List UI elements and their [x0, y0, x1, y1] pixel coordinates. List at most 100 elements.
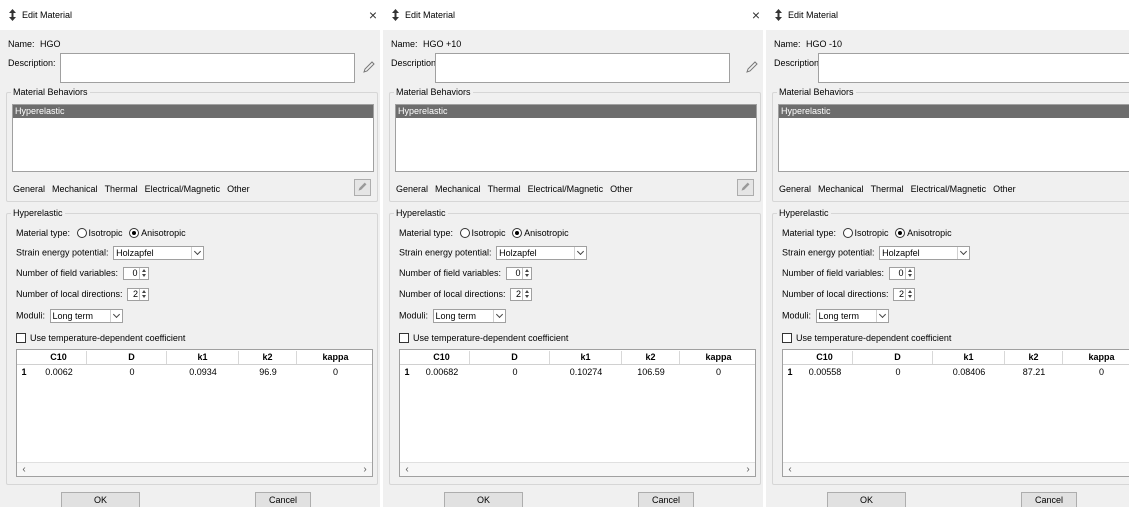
ok-button[interactable]: OK: [827, 492, 906, 507]
moduli-select[interactable]: Long term: [49, 309, 123, 323]
field-variables-stepper[interactable]: 0: [122, 267, 149, 280]
close-icon[interactable]: ×: [745, 6, 767, 24]
stepper-arrows-icon[interactable]: [522, 289, 531, 300]
isotropic-radio[interactable]: [459, 228, 470, 238]
field-variables-stepper[interactable]: 0: [505, 267, 532, 280]
menu-general[interactable]: General: [779, 184, 811, 194]
cancel-button[interactable]: Cancel: [638, 492, 694, 507]
column-header-kappa[interactable]: kappa: [680, 351, 757, 364]
anisotropic-radio[interactable]: [512, 228, 523, 238]
local-directions-stepper[interactable]: 2: [893, 288, 916, 301]
local-directions-stepper[interactable]: 2: [127, 288, 150, 301]
table-cell[interactable]: 0: [297, 366, 374, 379]
stepper-arrows-icon[interactable]: [905, 289, 914, 300]
table-cell[interactable]: 0.0062: [31, 366, 87, 379]
table-cell[interactable]: 106.59: [622, 366, 680, 379]
column-header-d[interactable]: D: [480, 351, 550, 364]
local-directions-stepper[interactable]: 2: [510, 288, 533, 301]
menu-general[interactable]: General: [396, 184, 428, 194]
behaviors-list[interactable]: Hyperelastic: [395, 104, 757, 172]
title-bar[interactable]: Edit Material: [766, 0, 1129, 30]
list-item[interactable]: Hyperelastic: [13, 105, 373, 118]
column-header-k2[interactable]: k2: [1005, 351, 1063, 364]
table-cell[interactable]: 0.0934: [167, 366, 239, 379]
isotropic-radio[interactable]: [842, 228, 853, 238]
edit-behavior-button[interactable]: [354, 179, 371, 196]
menu-electrical-magnetic[interactable]: Electrical/Magnetic: [145, 184, 221, 194]
horizontal-scrollbar[interactable]: ‹ ›: [783, 462, 1129, 476]
menu-mechanical[interactable]: Mechanical: [435, 184, 481, 194]
stepper-arrows-icon[interactable]: [138, 268, 148, 279]
isotropic-radio[interactable]: [76, 228, 87, 238]
scroll-right-icon[interactable]: ›: [741, 463, 755, 476]
table-cell[interactable]: 0.08406: [933, 366, 1005, 379]
pencil-icon[interactable]: [362, 60, 376, 74]
table-cell[interactable]: 0: [1063, 366, 1129, 379]
moduli-select[interactable]: Long term: [815, 309, 889, 323]
column-header-c10[interactable]: C10: [31, 351, 87, 364]
column-header-k1[interactable]: k1: [167, 351, 239, 364]
column-header-k2[interactable]: k2: [239, 351, 297, 364]
column-header-d[interactable]: D: [97, 351, 167, 364]
temp-coeff-checkbox[interactable]: [782, 333, 792, 343]
menu-electrical-magnetic[interactable]: Electrical/Magnetic: [911, 184, 987, 194]
table-cell[interactable]: 87.21: [1005, 366, 1063, 379]
pencil-icon[interactable]: [745, 60, 759, 74]
column-header-kappa[interactable]: kappa: [1063, 351, 1129, 364]
menu-other[interactable]: Other: [993, 184, 1016, 194]
table-cell[interactable]: 0.10274: [550, 366, 622, 379]
behaviors-list[interactable]: Hyperelastic: [778, 104, 1129, 172]
cancel-button[interactable]: Cancel: [1021, 492, 1077, 507]
stepper-arrows-icon[interactable]: [139, 289, 148, 300]
horizontal-scrollbar[interactable]: ‹ ›: [17, 462, 372, 476]
table-cell[interactable]: 0.00682: [414, 366, 470, 379]
table-cell[interactable]: 0: [97, 366, 167, 379]
stepper-arrows-icon[interactable]: [904, 268, 914, 279]
temp-coeff-checkbox[interactable]: [16, 333, 26, 343]
coefficient-table[interactable]: C10Dk1k2kappa 10.0055800.0840687.210 ‹ ›: [782, 349, 1129, 477]
title-bar[interactable]: Edit Material: [383, 0, 763, 30]
scroll-left-icon[interactable]: ‹: [17, 463, 31, 476]
horizontal-scrollbar[interactable]: ‹ ›: [400, 462, 755, 476]
menu-mechanical[interactable]: Mechanical: [52, 184, 98, 194]
menu-thermal[interactable]: Thermal: [871, 184, 904, 194]
table-cell[interactable]: 0: [680, 366, 757, 379]
moduli-select[interactable]: Long term: [432, 309, 506, 323]
edit-behavior-button[interactable]: [737, 179, 754, 196]
cancel-button[interactable]: Cancel: [255, 492, 311, 507]
strain-energy-select[interactable]: Holzapfel: [879, 246, 971, 260]
scroll-right-icon[interactable]: ›: [358, 463, 372, 476]
description-field[interactable]: [818, 53, 1129, 83]
column-header-c10[interactable]: C10: [797, 351, 853, 364]
temp-coeff-checkbox[interactable]: [399, 333, 409, 343]
column-header-k1[interactable]: k1: [550, 351, 622, 364]
behaviors-list[interactable]: Hyperelastic: [12, 104, 374, 172]
field-variables-stepper[interactable]: 0: [888, 267, 915, 280]
scroll-left-icon[interactable]: ‹: [783, 463, 797, 476]
coefficient-table[interactable]: C10 Dk1 k2 kappa 1 0.00682 0 0.10274 106.59 0 ‹ …: [399, 349, 756, 477]
menu-electrical-magnetic[interactable]: Electrical/Magnetic: [528, 184, 604, 194]
column-header-kappa[interactable]: kappa: [297, 351, 374, 364]
list-item[interactable]: Hyperelastic: [779, 105, 1129, 118]
menu-general[interactable]: General: [13, 184, 45, 194]
table-cell[interactable]: 0.00558: [797, 366, 853, 379]
title-bar[interactable]: Edit Material: [0, 0, 380, 30]
menu-thermal[interactable]: Thermal: [488, 184, 521, 194]
menu-other[interactable]: Other: [610, 184, 633, 194]
ok-button[interactable]: OK: [61, 492, 140, 507]
close-icon[interactable]: ×: [362, 6, 384, 24]
scroll-left-icon[interactable]: ‹: [400, 463, 414, 476]
column-header-c10[interactable]: C10: [414, 351, 470, 364]
anisotropic-radio[interactable]: [895, 228, 906, 238]
menu-thermal[interactable]: Thermal: [105, 184, 138, 194]
table-cell[interactable]: 96.9: [239, 366, 297, 379]
column-header-d[interactable]: D: [863, 351, 933, 364]
table-cell[interactable]: 0: [863, 366, 933, 379]
menu-mechanical[interactable]: Mechanical: [818, 184, 864, 194]
column-header-k2[interactable]: k2: [622, 351, 680, 364]
stepper-arrows-icon[interactable]: [521, 268, 531, 279]
anisotropic-radio[interactable]: [129, 228, 140, 238]
column-header-k1[interactable]: k1: [933, 351, 1005, 364]
strain-energy-select[interactable]: Holzapfel: [113, 246, 205, 260]
description-field[interactable]: [435, 53, 730, 83]
